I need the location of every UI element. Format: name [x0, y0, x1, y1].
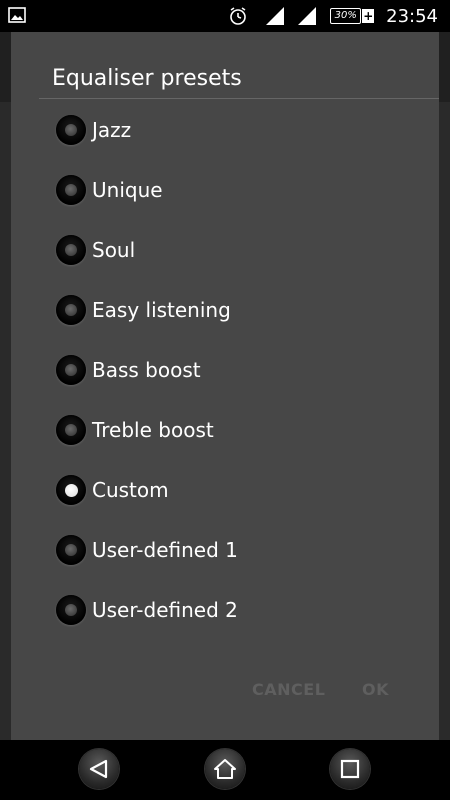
- navigation-bar: [0, 740, 450, 800]
- radio-button[interactable]: [56, 175, 86, 205]
- preset-option-custom[interactable]: Custom: [11, 460, 439, 520]
- radio-dot: [65, 184, 77, 196]
- radio-dot: [65, 604, 77, 616]
- radio-button[interactable]: [56, 415, 86, 445]
- alarm-icon: [230, 7, 246, 25]
- battery-percent: 30%: [330, 8, 362, 24]
- dialog-title: Equaliser presets: [52, 66, 242, 91]
- cancel-button[interactable]: CANCEL: [252, 670, 325, 710]
- option-label: User-defined 2: [92, 598, 238, 622]
- ok-button[interactable]: OK: [362, 670, 389, 710]
- option-label: User-defined 1: [92, 538, 238, 562]
- preset-option-user-defined-1[interactable]: User-defined 1: [11, 520, 439, 580]
- radio-dot: [65, 424, 77, 436]
- image-icon: [8, 7, 26, 23]
- recents-icon: [340, 759, 360, 779]
- signal-icon-2: [298, 7, 317, 25]
- screen: 30% + 23:54 Equaliser presets Jazz Uniqu…: [0, 0, 450, 800]
- back-icon: [89, 759, 108, 779]
- back-button[interactable]: [79, 749, 119, 789]
- preset-option-treble-boost[interactable]: Treble boost: [11, 400, 439, 460]
- home-icon: [214, 759, 236, 779]
- dialog-button-bar: CANCEL OK: [11, 670, 439, 710]
- radio-dot: [65, 304, 77, 316]
- radio-dot: [65, 364, 77, 376]
- battery-icon: 30% +: [330, 8, 375, 24]
- radio-button[interactable]: [56, 295, 86, 325]
- equaliser-presets-dialog: Equaliser presets Jazz Unique Soul Easy …: [11, 32, 439, 740]
- option-label: Custom: [92, 478, 169, 502]
- charging-icon: +: [362, 9, 375, 23]
- preset-option-unique[interactable]: Unique: [11, 160, 439, 220]
- option-label: Soul: [92, 238, 136, 262]
- radio-dot: [65, 124, 77, 136]
- preset-options-list: Jazz Unique Soul Easy listening Bass boo…: [11, 100, 439, 640]
- signal-icon: [266, 7, 285, 25]
- radio-button-checked[interactable]: [56, 475, 86, 505]
- dialog-header: Equaliser presets: [11, 32, 439, 98]
- clock: 23:54: [386, 5, 438, 27]
- radio-button[interactable]: [56, 535, 86, 565]
- radio-button[interactable]: [56, 355, 86, 385]
- recents-button[interactable]: [330, 749, 370, 789]
- preset-option-jazz[interactable]: Jazz: [11, 100, 439, 160]
- radio-dot: [64, 483, 78, 497]
- option-label: Jazz: [92, 118, 132, 142]
- status-bar: 30% + 23:54: [0, 0, 450, 32]
- preset-option-user-defined-2[interactable]: User-defined 2: [11, 580, 439, 640]
- option-label: Easy listening: [92, 298, 231, 322]
- preset-option-bass-boost[interactable]: Bass boost: [11, 340, 439, 400]
- radio-button[interactable]: [56, 235, 86, 265]
- title-divider: [39, 98, 439, 99]
- preset-option-soul[interactable]: Soul: [11, 220, 439, 280]
- option-label: Treble boost: [92, 418, 214, 442]
- radio-button[interactable]: [56, 115, 86, 145]
- radio-dot: [65, 244, 77, 256]
- radio-button[interactable]: [56, 595, 86, 625]
- radio-dot: [65, 544, 77, 556]
- option-label: Bass boost: [92, 358, 201, 382]
- preset-option-easy-listening[interactable]: Easy listening: [11, 280, 439, 340]
- home-button[interactable]: [205, 749, 245, 789]
- status-bar-right: 30% + 23:54: [228, 0, 438, 32]
- option-label: Unique: [92, 178, 163, 202]
